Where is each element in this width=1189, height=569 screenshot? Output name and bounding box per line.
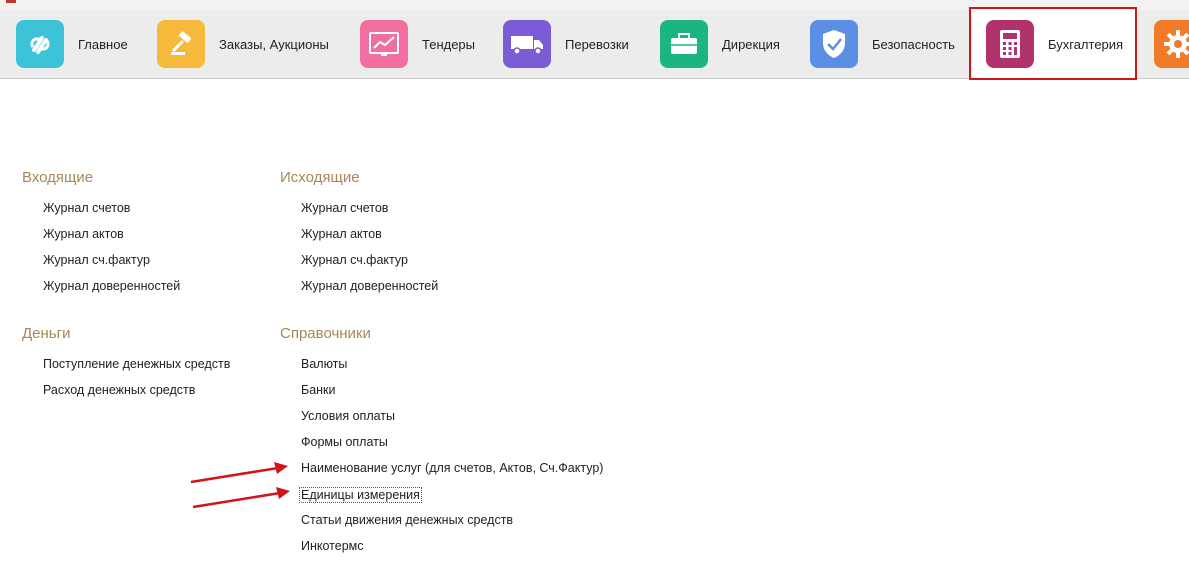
annotation-arrow-units-of-measure — [192, 487, 290, 509]
annotation-arrows — [190, 462, 290, 509]
annotation-arrow-service-names — [190, 462, 288, 484]
